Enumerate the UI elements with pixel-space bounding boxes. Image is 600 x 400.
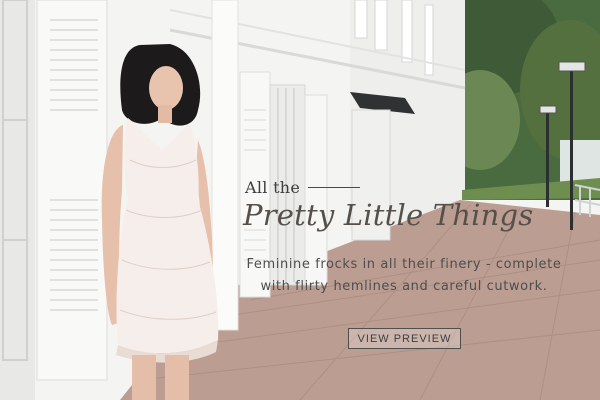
tagline: Feminine frocks in all their finery - co…	[228, 254, 580, 298]
kicker-text: All the	[245, 178, 301, 197]
kicker-rule	[308, 187, 361, 188]
kicker: All the	[245, 178, 361, 197]
hero-banner[interactable]: All the Pretty Little Things Feminine fr…	[0, 0, 600, 400]
tagline-line-1: Feminine frocks in all their finery - co…	[246, 257, 562, 272]
view-preview-button[interactable]: VIEW PREVIEW	[348, 328, 461, 349]
tagline-line-2: with flirty hemlines and careful cutwork…	[260, 279, 548, 294]
headline: Pretty Little Things	[243, 198, 534, 232]
